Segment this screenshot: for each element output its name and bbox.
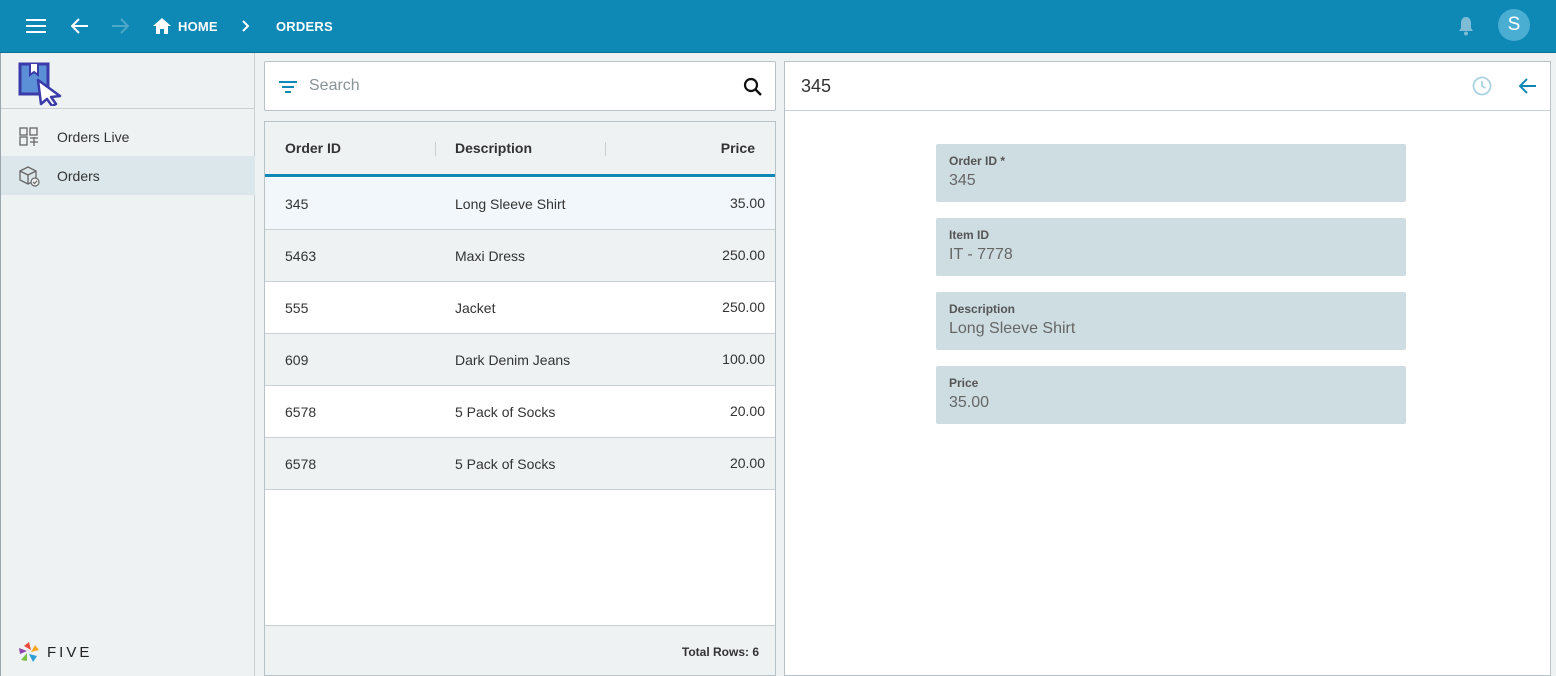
search-input[interactable] — [309, 74, 729, 98]
cell-order-id: 345 — [285, 196, 309, 212]
filter-icon[interactable] — [279, 80, 297, 94]
field-label: Item ID — [949, 228, 990, 242]
cell-description: 5 Pack of Socks — [455, 456, 556, 472]
cell-price: 20.00 — [729, 455, 765, 471]
price-field[interactable]: Price 35.00 — [936, 366, 1406, 424]
column-header-order-id[interactable]: Order ID — [285, 140, 341, 156]
five-brand-logo: FIVE — [17, 640, 92, 664]
cell-description: 5 Pack of Socks — [455, 404, 556, 420]
cell-order-id: 6578 — [285, 404, 317, 420]
table-footer: Total Rows: 6 — [265, 625, 775, 675]
app-logo-area — [1, 53, 254, 109]
column-divider[interactable] — [435, 142, 436, 156]
breadcrumb-orders-label: ORDERS — [276, 18, 333, 34]
field-value: 35.00 — [949, 394, 990, 411]
orders-table: Order ID Description Price 345 Long Slee… — [264, 121, 776, 676]
cell-description: Dark Denim Jeans — [455, 352, 571, 368]
conveyor-icon — [19, 126, 38, 146]
cell-description: Jacket — [455, 300, 496, 316]
table-row[interactable]: 5463 Maxi Dress 250.00 — [265, 230, 775, 282]
field-label: Order ID * — [949, 154, 1006, 168]
column-divider[interactable] — [605, 142, 606, 156]
package-icon — [19, 165, 40, 187]
cell-description: Long Sleeve Shirt — [455, 196, 566, 212]
field-value: 345 — [949, 172, 976, 189]
sidebar-item-label: Orders — [57, 167, 100, 184]
brand-name: FIVE — [47, 643, 93, 661]
table-row[interactable]: 609 Dark Denim Jeans 100.00 — [265, 334, 775, 386]
order-id-field[interactable]: Order ID * 345 — [936, 144, 1406, 202]
table-row[interactable]: 345 Long Sleeve Shirt 35.00 — [265, 178, 775, 230]
back-arrow-icon[interactable] — [1519, 77, 1537, 95]
cell-price: 250.00 — [722, 299, 765, 315]
column-header-price[interactable]: Price — [721, 140, 755, 156]
field-label: Description — [949, 302, 1016, 316]
detail-header: 345 — [785, 62, 1550, 111]
user-avatar[interactable]: S — [1498, 9, 1530, 41]
item-id-field[interactable]: Item ID IT - 7778 — [936, 218, 1406, 276]
detail-panel: 345 Order ID * 345 Item ID IT - 7778 Des… — [784, 61, 1551, 676]
detail-title: 345 — [801, 76, 832, 96]
cell-price: 100.00 — [722, 351, 765, 367]
chevron-right-icon — [238, 0, 254, 52]
history-clock-icon[interactable] — [1472, 76, 1492, 96]
menu-icon[interactable] — [20, 0, 52, 52]
field-value: Long Sleeve Shirt — [949, 320, 1076, 337]
cell-order-id: 555 — [285, 300, 309, 316]
breadcrumb-home-label: HOME — [178, 18, 218, 34]
sidebar-item-orders[interactable]: Orders — [1, 156, 255, 195]
column-header-description[interactable]: Description — [455, 140, 532, 156]
home-icon — [153, 18, 171, 34]
table-row[interactable]: 6578 5 Pack of Socks 20.00 — [265, 386, 775, 438]
search-icon[interactable] — [743, 77, 763, 97]
breadcrumb-orders[interactable]: ORDERS — [276, 0, 336, 52]
description-field[interactable]: Description Long Sleeve Shirt — [936, 292, 1406, 350]
five-logo-icon — [19, 642, 39, 662]
cell-order-id: 5463 — [285, 248, 317, 264]
cell-order-id: 609 — [285, 352, 309, 368]
back-arrow-icon[interactable] — [66, 0, 94, 52]
cell-price: 35.00 — [729, 195, 765, 211]
table-row[interactable]: 555 Jacket 250.00 — [265, 282, 775, 334]
sidebar-item-label: Orders Live — [57, 128, 130, 145]
bell-icon[interactable] — [1454, 0, 1478, 52]
field-value: IT - 7778 — [949, 246, 1013, 263]
table-header: Order ID Description Price — [265, 122, 775, 177]
sidebar-item-orders-live[interactable]: Orders Live — [1, 117, 255, 156]
cell-order-id: 6578 — [285, 456, 317, 472]
search-box — [264, 61, 776, 111]
breadcrumb-home[interactable]: HOME — [152, 0, 222, 52]
app-logo-icon — [18, 62, 62, 106]
total-rows-label: Total Rows: 6 — [681, 645, 759, 659]
field-label: Price — [949, 376, 979, 390]
top-app-bar: HOME ORDERS S — [0, 0, 1556, 53]
cell-price: 250.00 — [722, 247, 765, 263]
cell-price: 20.00 — [729, 403, 765, 419]
forward-arrow-icon[interactable] — [106, 0, 134, 52]
sidebar: Orders Live Orders FIVE — [0, 53, 255, 676]
table-row[interactable]: 6578 5 Pack of Socks 20.00 — [265, 438, 775, 490]
cell-description: Maxi Dress — [455, 248, 526, 264]
